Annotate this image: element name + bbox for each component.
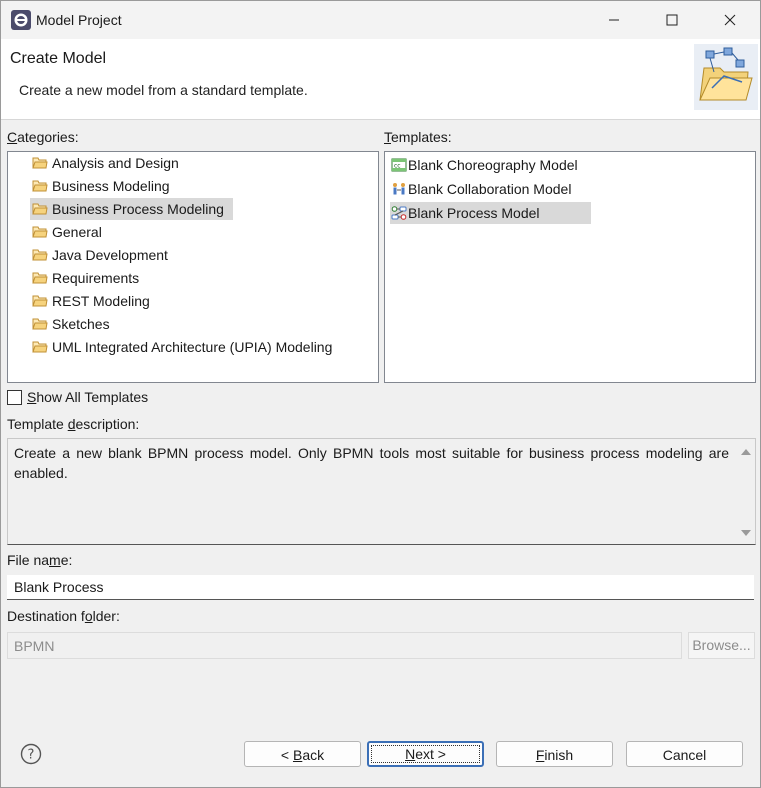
categories-label: Categories: (7, 129, 79, 145)
file-name-label: File name: (7, 552, 73, 568)
browse-button: Browse... (688, 632, 755, 659)
templates-list[interactable]: cc Blank Choreography Model Blank Collab… (384, 151, 756, 383)
maximize-icon (666, 14, 678, 26)
eclipse-icon (11, 10, 31, 30)
category-item[interactable]: Requirements (30, 267, 220, 289)
category-item[interactable]: General (30, 221, 220, 243)
help-icon[interactable]: ? (20, 743, 42, 765)
folder-icon (32, 295, 48, 307)
template-label: Blank Choreography Model (408, 157, 578, 173)
category-item[interactable]: Sketches (30, 313, 220, 335)
category-label: Sketches (52, 316, 110, 332)
template-item[interactable]: cc Blank Choreography Model (390, 154, 590, 176)
process-model-icon (391, 206, 407, 220)
category-item[interactable]: Analysis and Design (30, 152, 220, 174)
page-title: Create Model (10, 50, 107, 67)
cancel-button[interactable]: Cancel (626, 741, 743, 767)
window-title: Model Project (36, 12, 122, 28)
new-model-folder-icon (694, 44, 758, 110)
close-button[interactable] (707, 1, 753, 39)
folder-icon (32, 203, 48, 215)
wizard-header: Create Model Create a new model from a s… (1, 39, 760, 120)
show-all-templates-checkbox[interactable] (7, 390, 22, 405)
folder-icon (32, 341, 48, 353)
collaboration-model-icon (393, 183, 405, 195)
destination-folder-field (7, 632, 682, 659)
template-label: Blank Process Model (408, 205, 540, 221)
maximize-button[interactable] (649, 1, 695, 39)
next-button[interactable]: Next > (367, 741, 484, 767)
minimize-icon (609, 19, 619, 21)
category-label: Requirements (52, 270, 140, 286)
category-item-selected[interactable]: Business Process Modeling (30, 198, 233, 220)
choreography-model-icon: cc (391, 158, 407, 172)
categories-list[interactable]: Analysis and Design Business Modeling Bu… (7, 151, 379, 383)
show-all-templates-label: Show All Templates (27, 389, 149, 405)
file-name-input[interactable] (7, 575, 753, 599)
template-item-selected[interactable]: Blank Process Model (390, 202, 591, 224)
category-item[interactable]: Java Development (30, 244, 220, 266)
svg-text:?: ? (28, 748, 35, 763)
category-label: Analysis and Design (52, 155, 179, 171)
destination-folder-label: Destination folder: (7, 608, 120, 624)
folder-icon (32, 272, 48, 284)
folder-icon (32, 180, 48, 192)
scroll-up-icon[interactable] (740, 447, 752, 457)
template-item[interactable]: Blank Collaboration Model (390, 178, 590, 200)
category-label: Business Process Modeling (52, 201, 224, 217)
template-description-box: Create a new blank BPMN process model. O… (7, 438, 756, 545)
back-button[interactable]: < Back (244, 741, 361, 767)
category-label: REST Modeling (52, 293, 150, 309)
title-bar: Model Project (1, 1, 760, 39)
category-item[interactable]: UML Integrated Architecture (UPIA) Model… (30, 336, 370, 358)
category-label: Business Modeling (52, 178, 170, 194)
svg-text:cc: cc (394, 163, 401, 170)
category-label: Java Development (52, 247, 168, 263)
folder-icon (32, 318, 48, 330)
folder-icon (32, 249, 48, 261)
category-item[interactable]: REST Modeling (30, 290, 220, 312)
template-description-label: Template description: (7, 416, 140, 432)
template-description-text: Create a new blank BPMN process model. O… (14, 445, 729, 481)
model-project-dialog: Model Project Create Model Create a new … (0, 0, 761, 788)
folder-icon (32, 157, 48, 169)
category-label: General (52, 224, 102, 240)
templates-label: Templates: (384, 129, 452, 145)
close-icon (724, 14, 736, 26)
finish-button[interactable]: Finish (496, 741, 613, 767)
folder-icon (32, 226, 48, 238)
destination-folder-input (8, 633, 674, 658)
category-label: UML Integrated Architecture (UPIA) Model… (52, 339, 333, 355)
template-label: Blank Collaboration Model (408, 181, 572, 197)
scroll-down-icon[interactable] (740, 528, 752, 538)
category-item[interactable]: Business Modeling (30, 175, 220, 197)
file-name-field[interactable] (7, 575, 754, 600)
minimize-button[interactable] (591, 1, 637, 39)
page-description: Create a new model from a standard templ… (19, 82, 308, 98)
